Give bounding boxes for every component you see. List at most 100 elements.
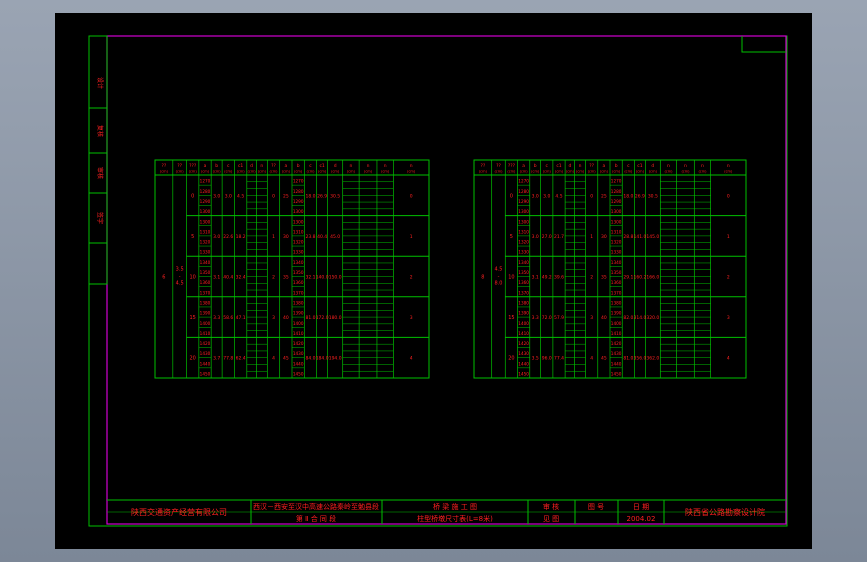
header-unit: (cm) [698,170,707,174]
elevation-cell: 1370 [611,290,622,295]
drawing-title-line1: 桥 梁 施 工 图 [433,502,477,511]
dimension-cell: 180.0 [329,315,342,321]
right-table: ??(cm)??(cm)???(cm)a(cm)b(cm)c(cm)c1(cm)… [473,159,747,379]
dimension-cell: 3.5 [532,356,539,362]
header-unit: (cm) [306,170,315,174]
header-cell: ?? [271,163,276,169]
dimension-cell: 140.0 [316,275,329,281]
dimension-cell: 141.0 [633,234,646,240]
elevation-cell: 1380 [518,300,529,305]
header-unit: (cm) [600,170,609,174]
header-cell: b [534,163,537,169]
dimension-cell: 3.0 [225,193,232,199]
dimension-cell: 81.0 [623,356,633,362]
dimension-cell: 166.0 [646,275,659,281]
index-cell: 4 [410,356,413,362]
group-height: 15 [508,315,514,321]
project-line1: 西汉－西安至汉中高速公路秦岭至勉县段 [253,502,379,511]
elevation-cell: 1430 [518,351,529,356]
elevation-cell: 1310 [293,229,304,234]
height-value: 4.5 [176,281,184,287]
title-block: 陕西交通资产经营有限公司 西汉－西安至汉中高速公路秦岭至勉县段 第 Ⅱ 合 同 … [107,499,786,524]
header-cell: n [579,164,582,169]
elevation-cell: 1300 [200,209,211,214]
elevation-cell: 1300 [518,209,529,214]
elevation-cell: 1360 [293,280,304,285]
drawing-canvas[interactable]: 设计 复核 审核 签字 ?? (cm)?? (cm)??? (cm) a (cm) b (cm) c(… [55,13,812,549]
dimension-cell: 150.0 [329,275,342,281]
elevation-cell: 1330 [611,250,622,255]
header-cell: d [250,163,253,169]
designer-name: 陕西省公路勘察设计院 [685,507,765,517]
header-unit: (cm) [555,170,564,174]
header-unit: (cm) [258,170,267,174]
elevation-cell: 1350 [293,270,304,275]
elevation-cell: 1320 [293,240,304,245]
date-value: 2004.02 [627,515,656,523]
elevation-cell: 1450 [293,372,304,377]
header-cell: ?? [496,163,501,169]
header-cell: n [367,164,370,169]
header-cell: b [215,163,218,169]
group-height: 10 [508,275,514,281]
dimension-cell: 3.0 [532,234,539,240]
index-cell: 4 [727,356,730,362]
dimension-cell: 39.6 [554,275,564,281]
sheet-label: 见 图 [543,515,559,523]
dimension-cell: 18.0 [623,193,633,199]
dimension-cell: 18.0 [305,193,315,199]
header-cell: c [227,164,230,169]
header-cell: n [260,164,263,169]
index-cell: 1 [272,234,275,240]
dimension-cell: 96.0 [542,356,552,362]
drawing-sheet: 设计复核审核签字 ??(cm)??(cm)???(cm)a(cm)b(cm)c(… [88,35,788,527]
dimension-cell: 4.5 [237,193,244,199]
dimension-cell: 77.8 [223,356,233,362]
approved-label: 审 核 [543,502,559,511]
elevation-cell: 1420 [293,341,304,346]
elevation-cell: 1440 [518,361,529,366]
dimension-cell: 194.0 [329,356,342,362]
elevation-cell: 1420 [518,341,529,346]
header-unit: (cm) [566,170,575,174]
dimension-cell: 58.6 [223,315,233,321]
elevation-cell: 1310 [518,229,529,234]
elevation-cell: 1450 [200,372,211,377]
span-value: 8 [481,275,484,281]
header-unit: (cm) [479,170,488,174]
header-unit: (cm) [664,170,673,174]
elevation-cell: 1450 [611,372,622,377]
header-unit: (cm) [269,170,278,174]
index-cell: 0 [727,193,730,199]
elevation-cell: 1380 [200,300,211,305]
elevation-cell: 1360 [611,280,622,285]
dimension-cell: 3.7 [213,356,220,362]
elevation-cell: 1350 [518,270,529,275]
dimension-cell: 72.0 [542,315,552,321]
pier-cell: 40 [283,315,289,321]
dimension-cell: 77.4 [554,356,564,362]
dimension-cell: 3.0 [532,193,539,199]
elevation-cell: 1340 [518,260,529,265]
group-height: 0 [510,193,513,199]
index-cell: 2 [590,275,593,281]
header-cell: c [309,164,312,169]
header-cell: c [546,164,549,169]
header-unit: (cm) [189,170,198,174]
dimension-cell: 30.5 [330,193,340,199]
elevation-cell: 1450 [518,372,529,377]
elevation-cell: 1340 [200,260,211,265]
dimension-cell: 28.8 [623,234,633,240]
header-unit: (cm) [213,170,222,174]
index-cell: 3 [272,315,275,321]
header-cell: n [667,164,670,169]
dimension-cell: 3.1 [213,275,220,281]
header-unit: (cm) [224,170,233,174]
pier-cell: 30 [283,234,289,240]
header-cell: d [334,163,337,169]
elevation-cell: 1350 [200,270,211,275]
header-cell: ??? [508,163,516,169]
dimension-cell: 49.2 [542,275,552,281]
elevation-cell: 1400 [611,321,622,326]
header-cell: n [684,164,687,169]
